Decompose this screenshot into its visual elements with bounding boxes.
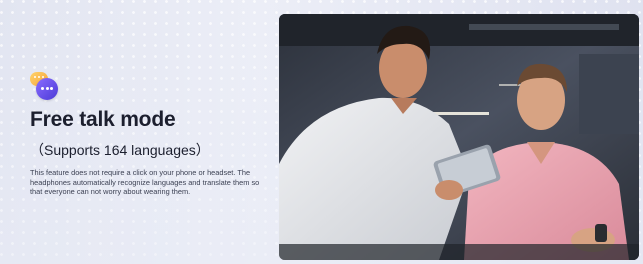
feature-title: Free talk mode (30, 108, 176, 131)
chat-bubbles-icon (30, 72, 58, 100)
feature-card: Free talk mode （Supports 164 languages） … (0, 0, 643, 264)
feature-subtitle: （Supports 164 languages） (30, 142, 210, 158)
feature-description: This feature does not require a click on… (30, 168, 260, 197)
two-men-with-tablet-photo (279, 14, 639, 260)
feature-text-panel: Free talk mode （Supports 164 languages） … (30, 72, 270, 197)
